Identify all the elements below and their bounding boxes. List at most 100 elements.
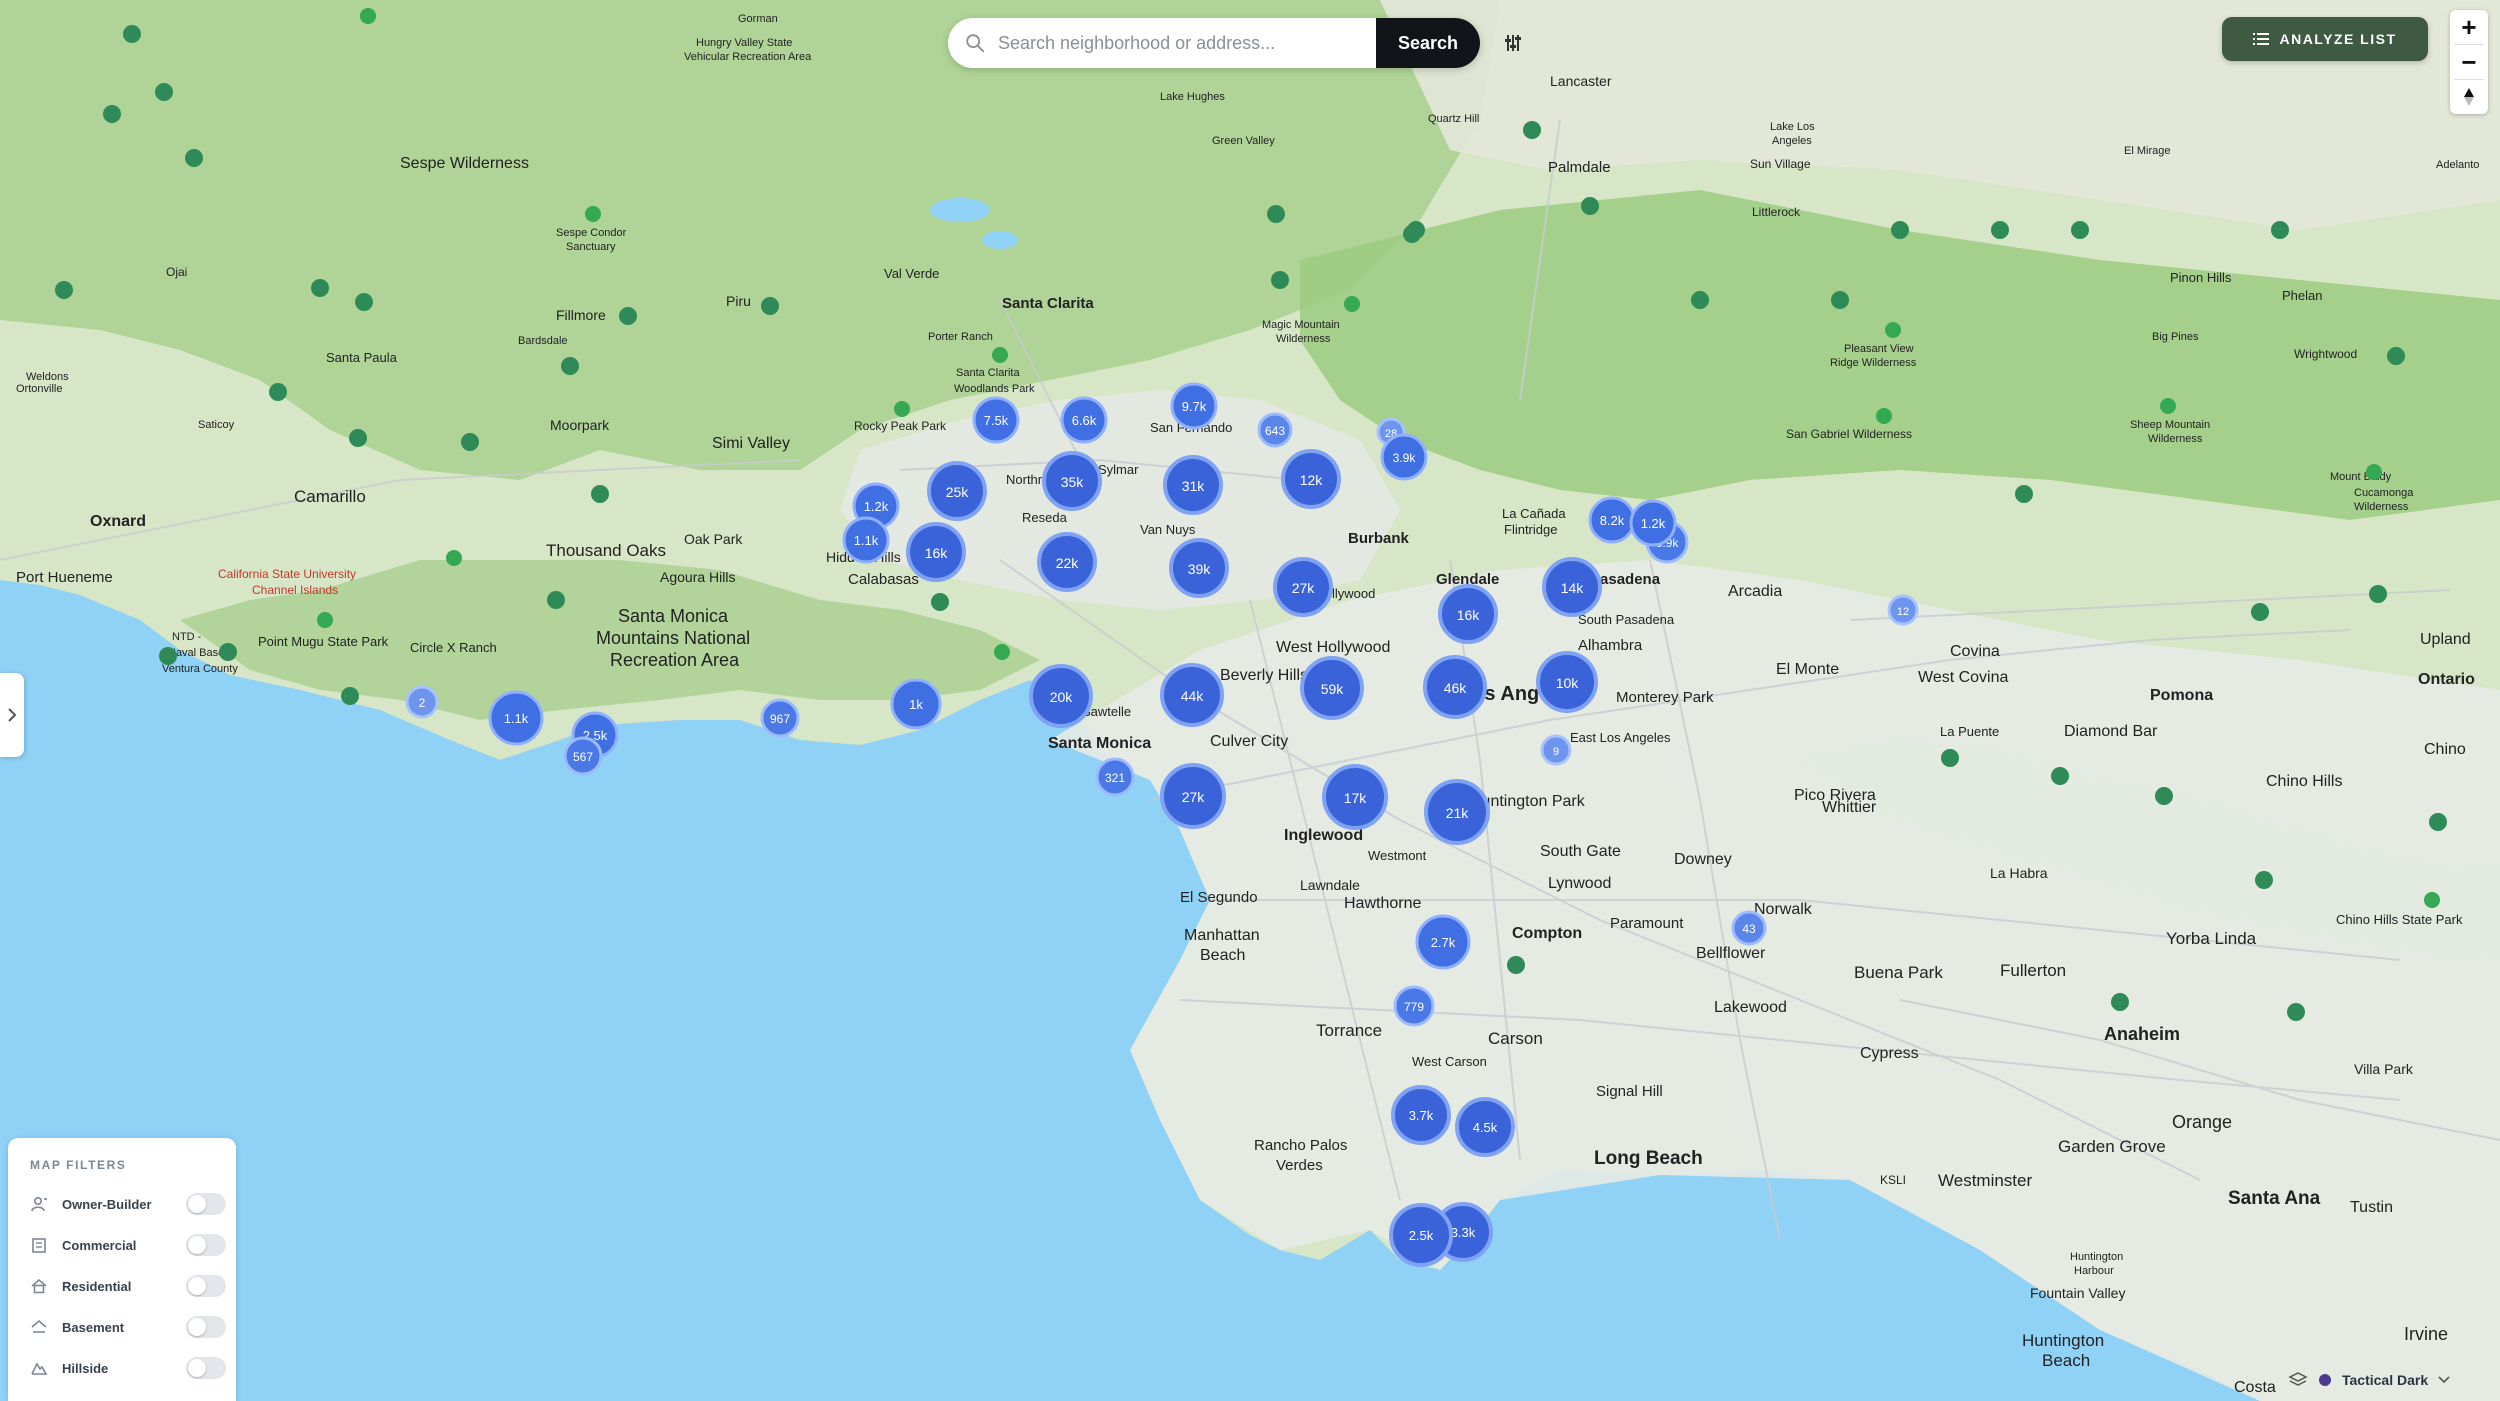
cluster-marker[interactable]: 25k xyxy=(927,461,987,521)
commercial-toggle[interactable] xyxy=(186,1234,226,1256)
search-icon xyxy=(966,34,985,53)
cluster-marker[interactable]: 1.2k xyxy=(1629,499,1677,547)
cluster-marker[interactable]: 321 xyxy=(1095,757,1135,797)
cluster-marker[interactable]: 35k xyxy=(1042,451,1102,511)
search-input[interactable] xyxy=(996,18,1376,68)
cluster-marker[interactable]: 17k xyxy=(1322,764,1388,830)
place-label: Phelan xyxy=(2282,288,2322,303)
place-label: Ortonville xyxy=(16,383,62,395)
residential-toggle[interactable] xyxy=(186,1275,226,1297)
cluster-marker[interactable]: 43 xyxy=(1731,910,1767,946)
cluster-marker[interactable]: 967 xyxy=(760,698,800,738)
place-label: Bellflower xyxy=(1696,945,1766,962)
sidebar-expand-button[interactable] xyxy=(0,673,24,757)
cluster-marker[interactable]: 6.6k xyxy=(1060,396,1108,444)
cluster-marker[interactable]: 4.5k xyxy=(1455,1097,1515,1157)
cluster-marker[interactable]: 22k xyxy=(1037,532,1097,592)
cluster-marker[interactable]: 27k xyxy=(1160,763,1226,829)
hillside-toggle[interactable] xyxy=(186,1357,226,1379)
search-button[interactable]: Search xyxy=(1376,18,1480,68)
cluster-marker[interactable]: 14k xyxy=(1542,557,1602,617)
cluster-marker[interactable]: 1.1k xyxy=(842,516,890,564)
place-label: Recreation Area xyxy=(610,650,740,670)
svg-text:9: 9 xyxy=(1553,746,1559,758)
svg-text:1.2k: 1.2k xyxy=(864,499,889,514)
place-label: La Habra xyxy=(1990,865,2048,881)
svg-text:43: 43 xyxy=(1742,922,1756,936)
place-label: Wrightwood xyxy=(2294,347,2357,361)
map-canvas[interactable]: Los Angeles Santa Monica Burbank Glendal… xyxy=(0,0,2500,1401)
place-label: Sespe Condor xyxy=(556,227,627,239)
cluster-marker[interactable]: 643 xyxy=(1257,412,1293,448)
castaic-lake xyxy=(982,231,1018,249)
zoom-out-button[interactable]: − xyxy=(2450,45,2488,79)
basement-toggle[interactable] xyxy=(186,1316,226,1338)
cluster-marker[interactable]: 12k xyxy=(1281,449,1341,509)
place-label: NTD - xyxy=(172,631,202,643)
place-label: Woodlands Park xyxy=(954,383,1035,395)
cluster-marker[interactable]: 3.9k xyxy=(1380,433,1428,481)
cluster-marker[interactable]: 39k xyxy=(1169,538,1229,598)
zoom-in-button[interactable]: + xyxy=(2450,10,2488,44)
highway-shield xyxy=(1581,197,1599,215)
cluster-marker[interactable]: 16k xyxy=(1438,584,1498,644)
place-label: Flintridge xyxy=(1504,522,1557,537)
highway-shield xyxy=(1403,225,1421,243)
highway-shield xyxy=(2369,585,2387,603)
place-label: La Puente xyxy=(1940,724,1999,739)
cluster-marker[interactable]: 2.7k xyxy=(1415,914,1471,970)
cluster-marker[interactable]: 31k xyxy=(1163,455,1223,515)
cluster-marker[interactable]: 1.1k xyxy=(488,690,544,746)
svg-text:9.7k: 9.7k xyxy=(1182,399,1207,414)
cluster-marker[interactable]: 8.2k xyxy=(1588,496,1636,544)
cluster-marker[interactable]: 20k xyxy=(1029,664,1093,728)
place-label: Fountain Valley xyxy=(2030,1285,2125,1301)
sliders-icon xyxy=(1505,35,1521,51)
cluster-marker[interactable]: 9.7k xyxy=(1170,382,1218,430)
map-filters-title: MAP FILTERS xyxy=(30,1158,127,1172)
cluster-marker[interactable]: 1k xyxy=(890,678,942,730)
map-style-name: Tactical Dark xyxy=(2342,1372,2429,1388)
filter-row-owner-builder: Owner-Builder xyxy=(30,1190,226,1218)
cluster-marker[interactable]: 567 xyxy=(563,736,603,776)
place-label: West Carson xyxy=(1412,1054,1487,1069)
place-label: South Gate xyxy=(1540,843,1621,860)
cluster-marker[interactable]: 9 xyxy=(1540,734,1572,766)
svg-text:21k: 21k xyxy=(1446,805,1470,821)
cluster-marker[interactable]: 27k xyxy=(1273,557,1333,617)
cluster-marker[interactable]: 21k xyxy=(1424,779,1490,845)
cluster-marker[interactable]: 16k xyxy=(906,522,966,582)
highway-shield xyxy=(123,25,141,43)
cluster-marker[interactable]: 12 xyxy=(1887,594,1919,626)
place-label: Huntington xyxy=(2070,1251,2123,1263)
cluster-marker[interactable]: 7.5k xyxy=(972,396,1020,444)
map-style-selector[interactable]: Tactical Dark xyxy=(2288,1362,2484,1398)
search-bar: Search xyxy=(948,18,1480,68)
place-label: El Mirage xyxy=(2124,145,2170,157)
filter-label: Hillside xyxy=(62,1360,109,1376)
cluster-marker[interactable]: 59k xyxy=(1300,656,1364,720)
cluster-marker[interactable]: 2.5k xyxy=(1389,1203,1453,1267)
svg-text:16k: 16k xyxy=(925,545,949,561)
svg-text:6.6k: 6.6k xyxy=(1072,413,1097,428)
cluster-marker[interactable]: 779 xyxy=(1393,985,1435,1027)
analyze-list-button[interactable]: ANALYZE LIST xyxy=(2222,17,2428,61)
place-label: Costa xyxy=(2234,1379,2276,1396)
place-label: Pomona xyxy=(2150,687,2213,704)
place-label: Magic Mountain xyxy=(1262,319,1340,331)
cluster-marker[interactable]: 2 xyxy=(405,685,439,719)
place-label: Verdes xyxy=(1276,1157,1323,1174)
highway-shield xyxy=(341,687,359,705)
filter-settings-button[interactable] xyxy=(1496,26,1530,60)
owner-builder-toggle[interactable] xyxy=(186,1193,226,1215)
cluster-marker[interactable]: 3.7k xyxy=(1391,1085,1451,1145)
cluster-marker[interactable]: 44k xyxy=(1160,663,1224,727)
highway-shield xyxy=(349,429,367,447)
place-label: Downey xyxy=(1674,851,1732,868)
cluster-marker[interactable]: 10k xyxy=(1536,651,1598,713)
compass-button[interactable] xyxy=(2450,80,2488,114)
highway-shield xyxy=(2111,993,2129,1011)
filter-label: Residential xyxy=(62,1278,132,1294)
cluster-marker[interactable]: 46k xyxy=(1423,655,1487,719)
place-label: Circle X Ranch xyxy=(410,640,497,655)
